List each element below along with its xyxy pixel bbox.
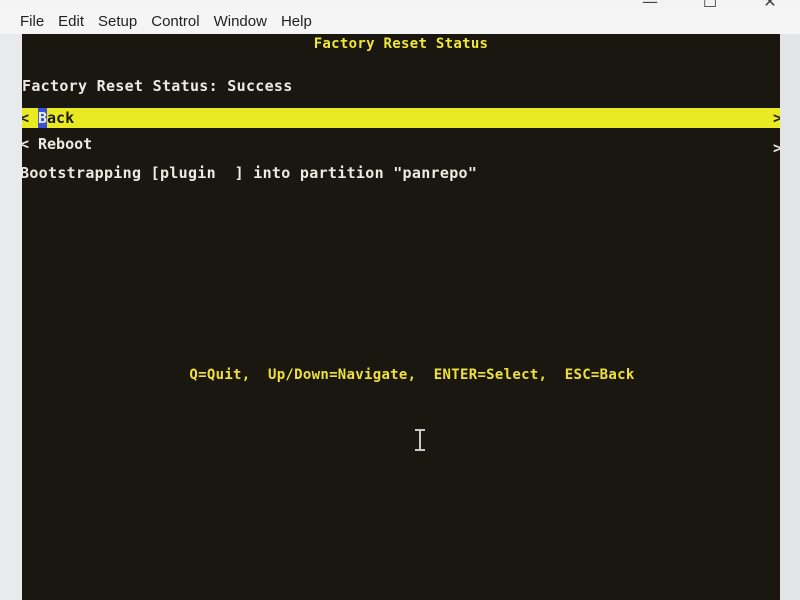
menu-help[interactable]: Help: [281, 13, 312, 30]
menu-option-back-label-rest: ack: [47, 109, 75, 127]
background-window-right-edge: [780, 34, 800, 600]
menu-setup[interactable]: Setup: [98, 13, 137, 30]
chevron-right-icon: >: [772, 139, 780, 157]
chevron-left-icon: <: [22, 109, 30, 127]
bootstrap-message: Bootstrapping [plugin ] into partition "…: [22, 164, 478, 182]
text-cursor: B: [38, 108, 48, 128]
menu-window[interactable]: Window: [214, 13, 267, 30]
menu-control[interactable]: Control: [151, 13, 199, 30]
menu-option-reboot[interactable]: < Reboot >: [22, 134, 780, 157]
menu-bar: File Edit Setup Control Window Help: [0, 8, 800, 34]
terminal-title: Factory Reset Status: [313, 36, 489, 52]
menu-file[interactable]: File: [20, 13, 44, 30]
chevron-left-icon: <: [22, 135, 30, 153]
factory-reset-status-line: Factory Reset Status: Success: [22, 77, 293, 95]
screen: — ☐ ✕ File Edit Setup Control Window Hel…: [0, 0, 800, 600]
terminal-screen[interactable]: Factory Reset Status Factory Reset Statu…: [22, 34, 780, 600]
menu-option-reboot-label: Reboot: [38, 135, 93, 153]
menu-edit[interactable]: Edit: [58, 13, 84, 30]
keyboard-help-line: Q=Quit, Up/Down=Navigate, ENTER=Select, …: [189, 367, 635, 383]
menu-option-back-label: Back: [38, 108, 74, 128]
menu-option-back[interactable]: < Back >: [22, 108, 780, 128]
background-window-edge: [0, 34, 22, 600]
chevron-right-icon: >: [772, 109, 780, 127]
mouse-ibeam-cursor-icon: [415, 429, 425, 451]
